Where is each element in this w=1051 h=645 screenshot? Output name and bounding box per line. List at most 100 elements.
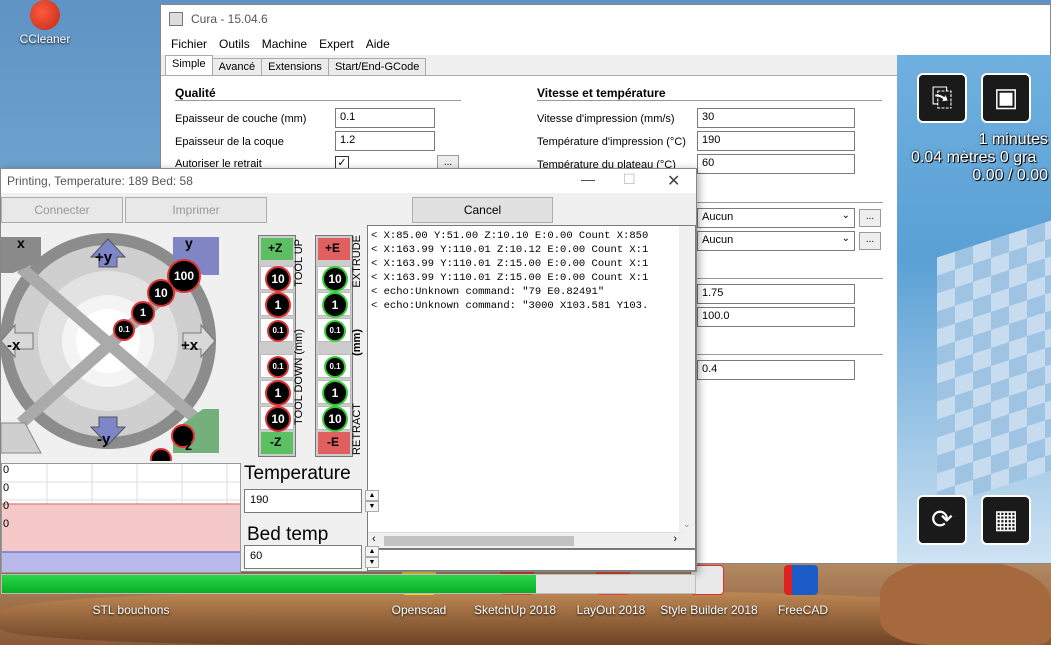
jog-step-1[interactable]: 1 bbox=[133, 303, 153, 323]
command-input[interactable] bbox=[367, 549, 696, 571]
xy-jog-pad[interactable] bbox=[1, 233, 241, 461]
print-speed-field[interactable]: 30 bbox=[697, 108, 855, 128]
console-line: < X:85.00 Y:51.00 Z:10.10 E:0.00 Count X… bbox=[371, 230, 649, 242]
adhesion-settings-button[interactable]: ... bbox=[859, 232, 881, 250]
chevron-right-icon[interactable]: › bbox=[673, 533, 677, 545]
print-temp-label: Température d'impression (°C) bbox=[537, 136, 686, 148]
e-step-down-10[interactable]: 10 bbox=[317, 406, 351, 430]
3d-viewport[interactable]: ⎘ ▣ 1 minutes 0.04 mètres 0 gra 0.00 / 0… bbox=[897, 55, 1051, 563]
z-step-up-0-1[interactable]: 0.1 bbox=[260, 318, 294, 342]
bed-temp-down-button[interactable]: ▼ bbox=[365, 557, 379, 568]
home-all-button bbox=[1, 422, 42, 454]
step-label: 10 bbox=[267, 408, 289, 430]
z-step-down-1[interactable]: 1 bbox=[260, 380, 294, 404]
tab-avance[interactable]: Avancé bbox=[211, 58, 263, 75]
console-horizontal-scrollbar[interactable]: ‹ › bbox=[368, 532, 681, 548]
layer-height-label: Epaisseur de couche (mm) bbox=[175, 113, 307, 125]
tab-extensions[interactable]: Extensions bbox=[261, 58, 329, 75]
desktop-icon-freecad[interactable]: FreeCAD bbox=[758, 570, 848, 617]
connect-button[interactable]: Connecter bbox=[1, 197, 123, 223]
print-button[interactable]: Imprimer bbox=[125, 197, 267, 223]
tool-up-label: TOOL UP bbox=[293, 239, 305, 287]
menu-expert[interactable]: Expert bbox=[313, 37, 360, 51]
step-label: 1 bbox=[324, 294, 346, 316]
step-label: 0.1 bbox=[269, 322, 287, 340]
desktop-icon-label: Openscad bbox=[391, 603, 447, 617]
tab-simple[interactable]: Simple bbox=[165, 55, 213, 75]
shell-thickness-field[interactable]: 1.2 bbox=[335, 131, 435, 151]
chevron-down-icon: ⌄ bbox=[841, 233, 850, 244]
menu-outils[interactable]: Outils bbox=[213, 37, 256, 51]
z-step-down-10[interactable]: 10 bbox=[260, 406, 294, 430]
print-button[interactable]: ▣ bbox=[981, 73, 1031, 123]
step-label: 10 bbox=[324, 408, 346, 430]
close-icon[interactable]: ✕ bbox=[667, 171, 680, 191]
bed-temp-field[interactable]: 60 bbox=[697, 154, 855, 174]
minimize-icon[interactable]: — bbox=[581, 171, 595, 187]
z-step-down-0-1[interactable]: 0.1 bbox=[260, 354, 294, 378]
chevron-down-icon[interactable]: ⌄ bbox=[683, 519, 691, 530]
bed-temp-up-button[interactable]: ▲ bbox=[365, 546, 379, 557]
e-step-up-1[interactable]: 1 bbox=[317, 292, 351, 316]
e-step-up-10[interactable]: 10 bbox=[317, 266, 351, 290]
filament-diameter-field[interactable]: 1.75 bbox=[697, 284, 855, 304]
support-type-select[interactable]: Aucun ⌄ bbox=[697, 208, 855, 228]
quality-section-title: Qualité bbox=[175, 86, 461, 101]
menu-machine[interactable]: Machine bbox=[256, 37, 313, 51]
e-down-label: -E bbox=[327, 435, 339, 449]
console-line: < echo:Unknown command: "3000 X103.581 Y… bbox=[371, 300, 649, 312]
z-step-up-1[interactable]: 1 bbox=[260, 292, 294, 316]
z-up-button[interactable]: +Z bbox=[261, 238, 293, 260]
adhesion-type-select[interactable]: Aucun ⌄ bbox=[697, 231, 855, 251]
jog-minus-x-label: -x bbox=[7, 337, 21, 354]
z-down-button[interactable]: -Z bbox=[261, 432, 293, 454]
menu-fichier[interactable]: Fichier bbox=[165, 37, 213, 51]
layer-height-field[interactable]: 0.1 bbox=[335, 108, 435, 128]
cura-menu-bar: Fichier Outils Machine Expert Aide bbox=[161, 33, 1050, 55]
temperature-input[interactable]: 190 ▲ ▼ bbox=[244, 489, 379, 513]
scrollbar-thumb[interactable] bbox=[384, 536, 574, 546]
temperature-up-button[interactable]: ▲ bbox=[365, 490, 379, 501]
e-axis-control: +E 10 1 0.1 0.1 1 10 -E bbox=[315, 235, 353, 457]
e-step-down-0-1[interactable]: 0.1 bbox=[317, 354, 351, 378]
z-step-up-10[interactable]: 10 bbox=[260, 266, 294, 290]
console-output[interactable]: < X:85.00 Y:51.00 Z:10.10 E:0.00 Count X… bbox=[367, 225, 696, 549]
jog-step-10[interactable]: 10 bbox=[149, 281, 173, 305]
step-label: 1 bbox=[267, 294, 289, 316]
e-step-down-1[interactable]: 1 bbox=[317, 380, 351, 404]
chevron-down-icon: ⌄ bbox=[841, 210, 850, 221]
jog-step-0-1[interactable]: 0.1 bbox=[115, 321, 133, 339]
bed-temp-input[interactable]: 60 ▲ ▼ bbox=[244, 545, 379, 569]
jog-step-100[interactable]: 100 bbox=[169, 261, 199, 291]
scale-tool-button[interactable]: ▦ bbox=[981, 495, 1031, 545]
support-settings-button[interactable]: ... bbox=[859, 209, 881, 227]
step-label: 0.1 bbox=[326, 358, 344, 376]
e-down-button[interactable]: -E bbox=[318, 432, 350, 454]
cancel-button[interactable]: Cancel bbox=[412, 197, 553, 223]
maximize-icon[interactable]: ☐ bbox=[623, 171, 636, 188]
progress-fill bbox=[2, 575, 536, 593]
e-up-button[interactable]: +E bbox=[318, 238, 350, 260]
step-label: 10 bbox=[324, 268, 346, 290]
rotate-tool-button[interactable]: ⟳ bbox=[917, 495, 967, 545]
home-y-label: y bbox=[185, 235, 193, 251]
flow-field[interactable]: 100.0 bbox=[697, 307, 855, 327]
print-temp-field[interactable]: 190 bbox=[697, 131, 855, 151]
print-progress-bar bbox=[1, 574, 696, 594]
nozzle-size-field[interactable]: 0.4 bbox=[697, 360, 855, 380]
desktop-icon-ccleaner[interactable]: CCleaner bbox=[0, 0, 90, 46]
cura-app-icon bbox=[169, 12, 183, 26]
temperature-graph-svg bbox=[2, 464, 240, 572]
tab-start-end-gcode[interactable]: Start/End-GCode bbox=[327, 58, 427, 75]
desktop-icon-label: Style Builder 2018 bbox=[660, 603, 758, 617]
e-step-up-0-1[interactable]: 0.1 bbox=[317, 318, 351, 342]
temperature-down-button[interactable]: ▼ bbox=[365, 501, 379, 512]
load-model-button[interactable]: ⎘ bbox=[917, 73, 967, 123]
step-label: 0.1 bbox=[269, 358, 287, 376]
console-vertical-scrollbar[interactable]: ⌄ bbox=[679, 226, 695, 548]
chevron-left-icon[interactable]: ‹ bbox=[372, 533, 376, 545]
menu-aide[interactable]: Aide bbox=[360, 37, 396, 51]
printing-window: Printing, Temperature: 189 Bed: 58 — ☐ ✕… bbox=[0, 168, 697, 594]
step-label: 1 bbox=[267, 382, 289, 404]
separator bbox=[697, 278, 883, 279]
